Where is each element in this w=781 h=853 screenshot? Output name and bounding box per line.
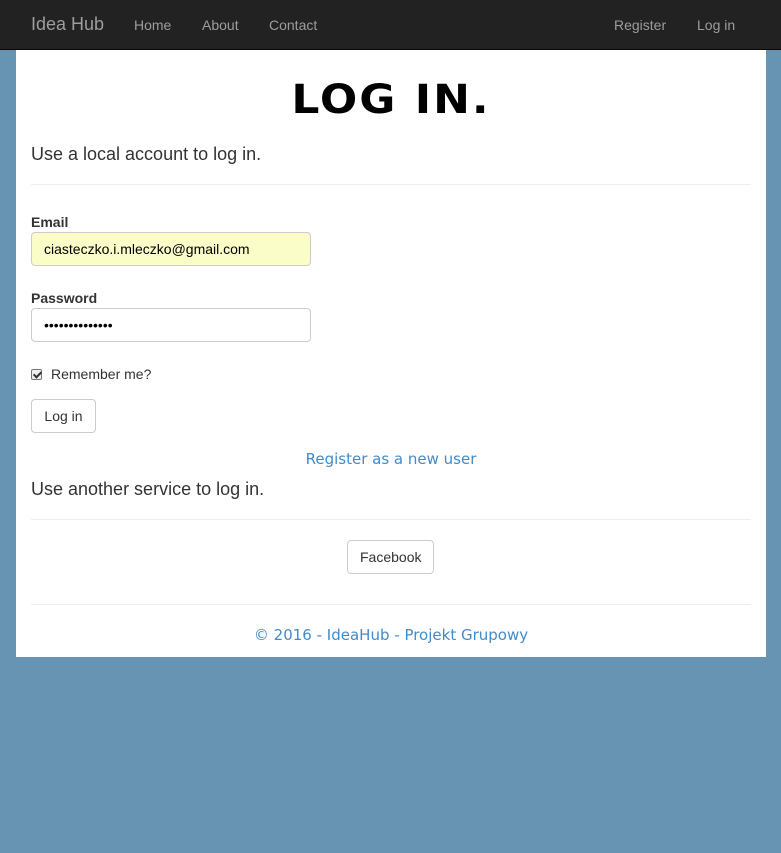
footer-separator: -: [389, 626, 405, 644]
external-login-heading: Use another service to log in.: [31, 479, 265, 499]
remember-me-row: Remember me?: [31, 366, 151, 382]
remember-me-checkbox[interactable]: [31, 368, 42, 380]
nav-home[interactable]: Home: [134, 17, 171, 33]
facebook-button[interactable]: Facebook: [347, 540, 434, 574]
footer: © 2016 - IdeaHub - Projekt Grupowy: [16, 626, 766, 644]
page-title: LOG IN.: [291, 76, 491, 123]
email-label: Email: [31, 214, 69, 230]
local-account-heading: Use a local account to log in.: [31, 144, 262, 164]
footer-project-link[interactable]: Projekt Grupowy: [404, 626, 528, 644]
nav-contact[interactable]: Contact: [269, 17, 317, 33]
nav-register[interactable]: Register: [614, 17, 666, 33]
divider: [31, 519, 751, 520]
register-new-user-link[interactable]: Register as a new user: [16, 450, 766, 468]
footer-ideahub-link[interactable]: IdeaHub: [327, 626, 390, 644]
main-container: LOG IN. Use a local account to log in. E…: [16, 50, 766, 657]
password-field[interactable]: ••••••••••••••: [31, 308, 311, 342]
nav-about[interactable]: About: [202, 17, 239, 33]
footer-separator: -: [311, 626, 327, 644]
navbar: Idea Hub Home About Contact Register Log…: [0, 0, 781, 50]
email-field[interactable]: [31, 232, 311, 266]
nav-login[interactable]: Log in: [697, 17, 735, 33]
remember-me-label: Remember me?: [51, 366, 152, 382]
brand-link[interactable]: Idea Hub: [31, 14, 104, 35]
copyright-text: © 2016: [253, 626, 312, 644]
login-button[interactable]: Log in: [31, 399, 96, 433]
password-label: Password: [31, 290, 98, 306]
footer-divider: [31, 604, 751, 605]
divider: [31, 184, 751, 185]
